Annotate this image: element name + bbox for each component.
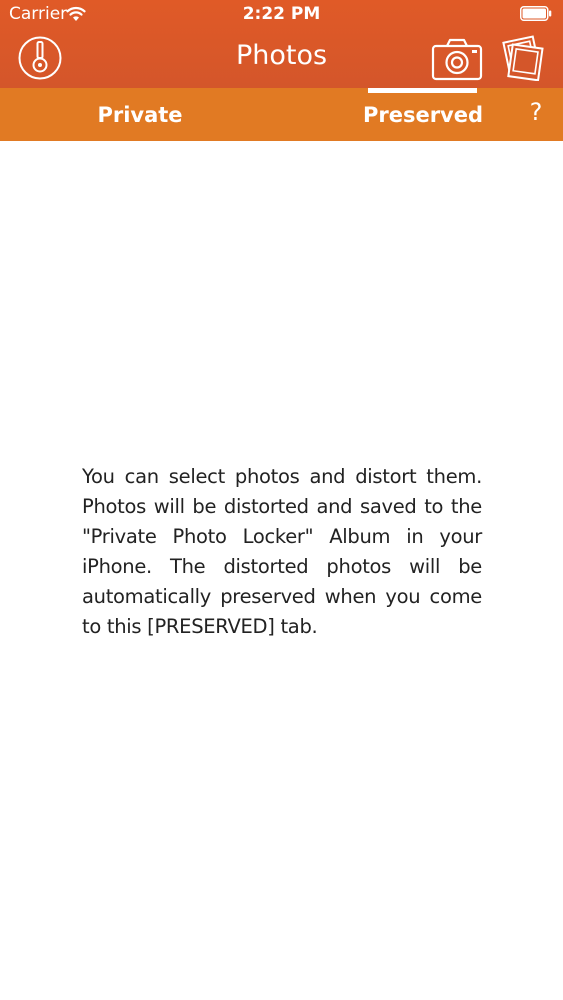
status-bar: Carrier 2:22 PM [0, 0, 563, 30]
info-text: You can select photos and distort them. … [82, 465, 482, 638]
photo-album-icon[interactable] [500, 35, 546, 81]
camera-icon[interactable] [431, 37, 483, 81]
help-button[interactable]: ? [518, 85, 554, 138]
tab-bar: Private Preserved ? [0, 88, 563, 141]
battery-icon [520, 6, 552, 21]
status-time: 2:22 PM [242, 4, 321, 24]
app-screen: Carrier 2:22 PM Photos Private Preserved… [0, 0, 563, 1000]
title-bar: Photos [0, 30, 563, 88]
tab-preserved[interactable]: Preserved [355, 88, 491, 141]
header: Carrier 2:22 PM Photos [0, 0, 563, 88]
tab-private[interactable]: Private [70, 88, 210, 141]
